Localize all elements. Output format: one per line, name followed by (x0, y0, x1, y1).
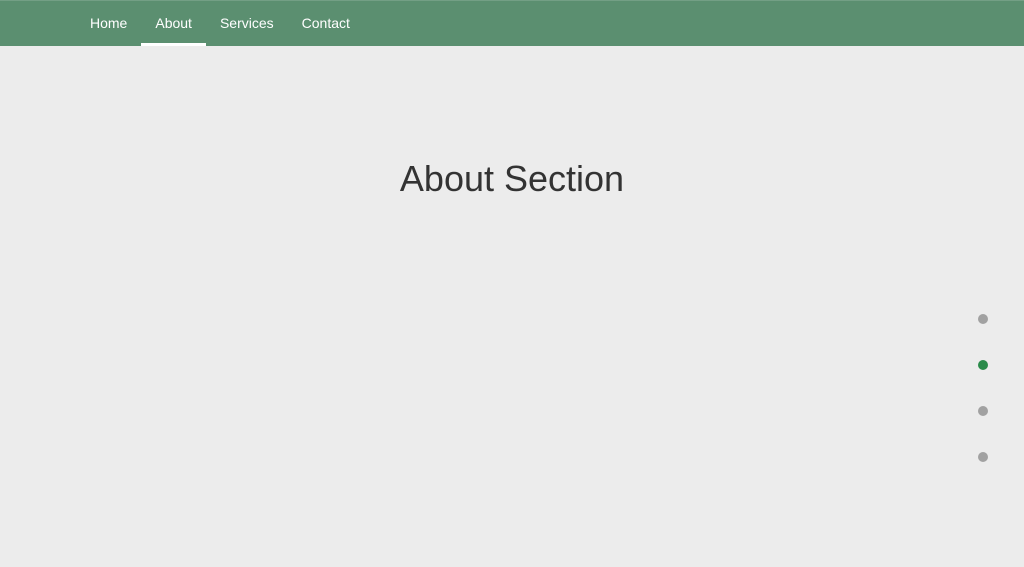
top-navbar: Home About Services Contact (0, 0, 1024, 46)
dot-nav-item-3[interactable] (978, 406, 988, 416)
nav-item-home[interactable]: Home (76, 0, 141, 46)
nav-item-services[interactable]: Services (206, 0, 288, 46)
nav-item-label: Contact (302, 15, 350, 31)
main-content: About Section (0, 46, 1024, 200)
section-title: About Section (400, 158, 624, 200)
nav-item-contact[interactable]: Contact (288, 0, 364, 46)
nav-item-label: Services (220, 15, 274, 31)
nav-item-label: About (155, 15, 192, 31)
nav-item-about[interactable]: About (141, 0, 206, 46)
nav-item-label: Home (90, 15, 127, 31)
dot-nav-item-2[interactable] (978, 360, 988, 370)
dot-nav-item-1[interactable] (978, 314, 988, 324)
page-dot-nav (978, 314, 988, 462)
dot-nav-item-4[interactable] (978, 452, 988, 462)
